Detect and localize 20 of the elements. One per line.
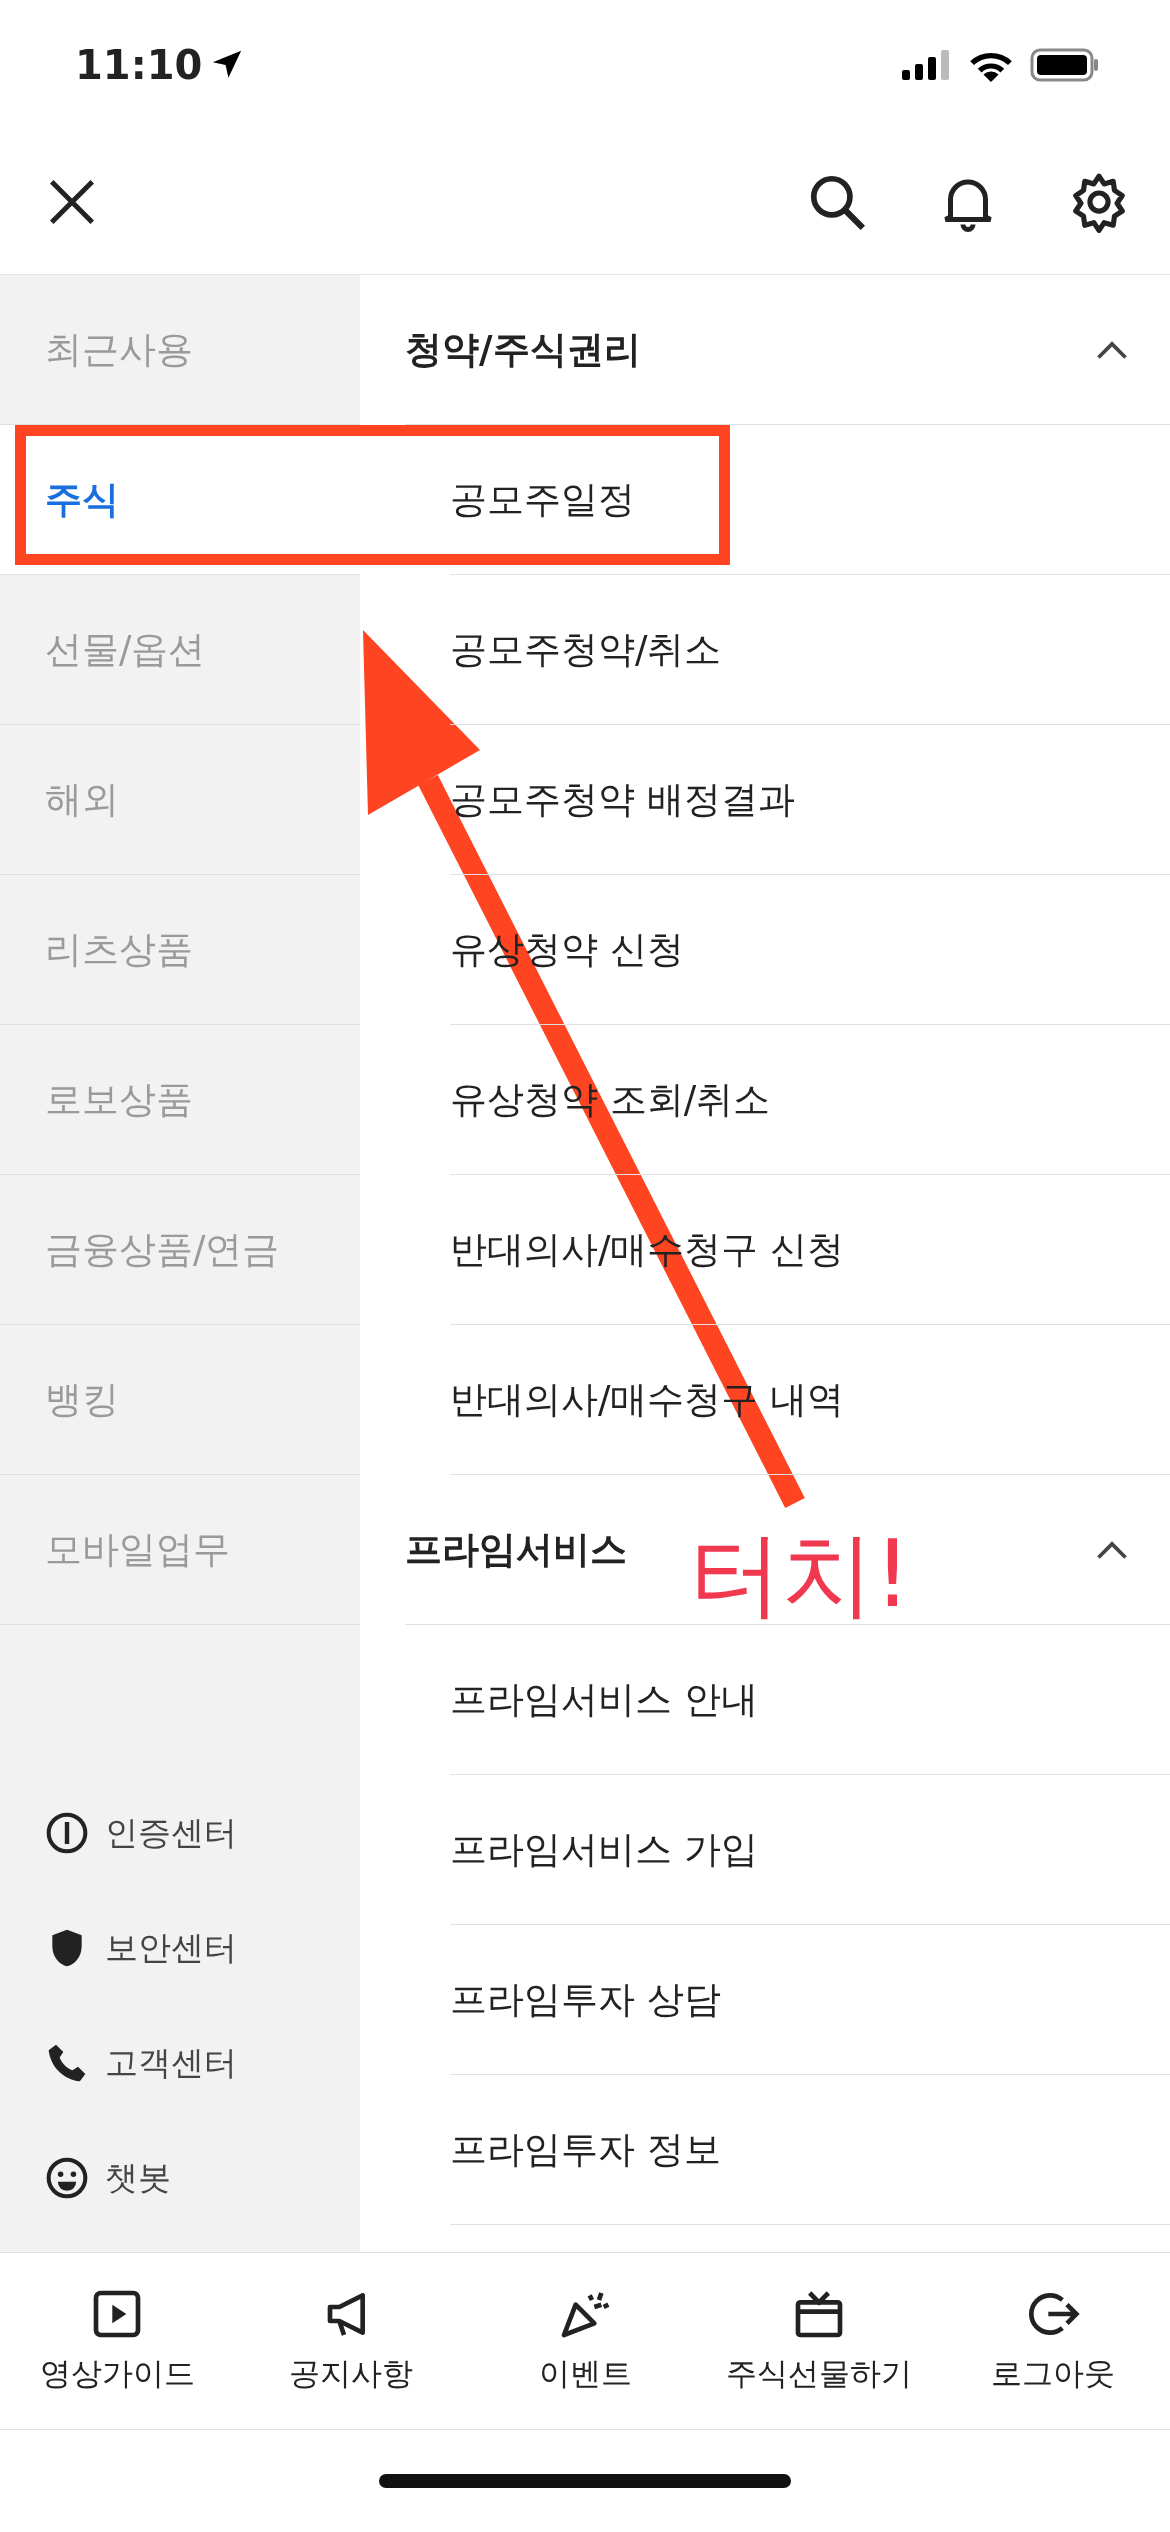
menu-item[interactable]: 프라임투자 상담 [450,1971,721,2028]
status-time: 11:10 [75,41,203,90]
menu-item[interactable]: 공모주일정 [450,471,635,528]
menu-item[interactable]: 프라임서비스 안내 [450,1671,758,1728]
section-title[interactable]: 프라임서비스 [405,1521,627,1578]
section-title[interactable]: 청약/주식권리 [405,321,641,378]
menu-item[interactable]: 공모주청약/취소 [450,621,722,678]
sidebar-link[interactable]: 보안센터 [105,1922,237,1973]
tab-bar-item[interactable]: 주식선물하기 [702,2253,936,2429]
tab-bar-item[interactable]: 이벤트 [468,2253,702,2429]
sidebar-link[interactable]: 챗봇 [105,2152,171,2203]
menu-item[interactable]: 프라임투자 정보 [450,2121,721,2178]
sidebar-link[interactable]: 인증센터 [105,1807,237,1858]
menu-item[interactable]: 프라임서비스 가입 [450,1821,758,1878]
tab-bar-item[interactable]: 공지사항 [234,2253,468,2429]
tab-bar-item[interactable]: 로그아웃 [936,2253,1170,2429]
tab-bar-item[interactable]: 영상가이드 [0,2253,234,2429]
sidebar-link[interactable]: 고객센터 [105,2037,237,2088]
annotation-text: 터치! [690,1520,911,1630]
menu-item[interactable]: 공모주청약 배정결과 [450,771,795,828]
